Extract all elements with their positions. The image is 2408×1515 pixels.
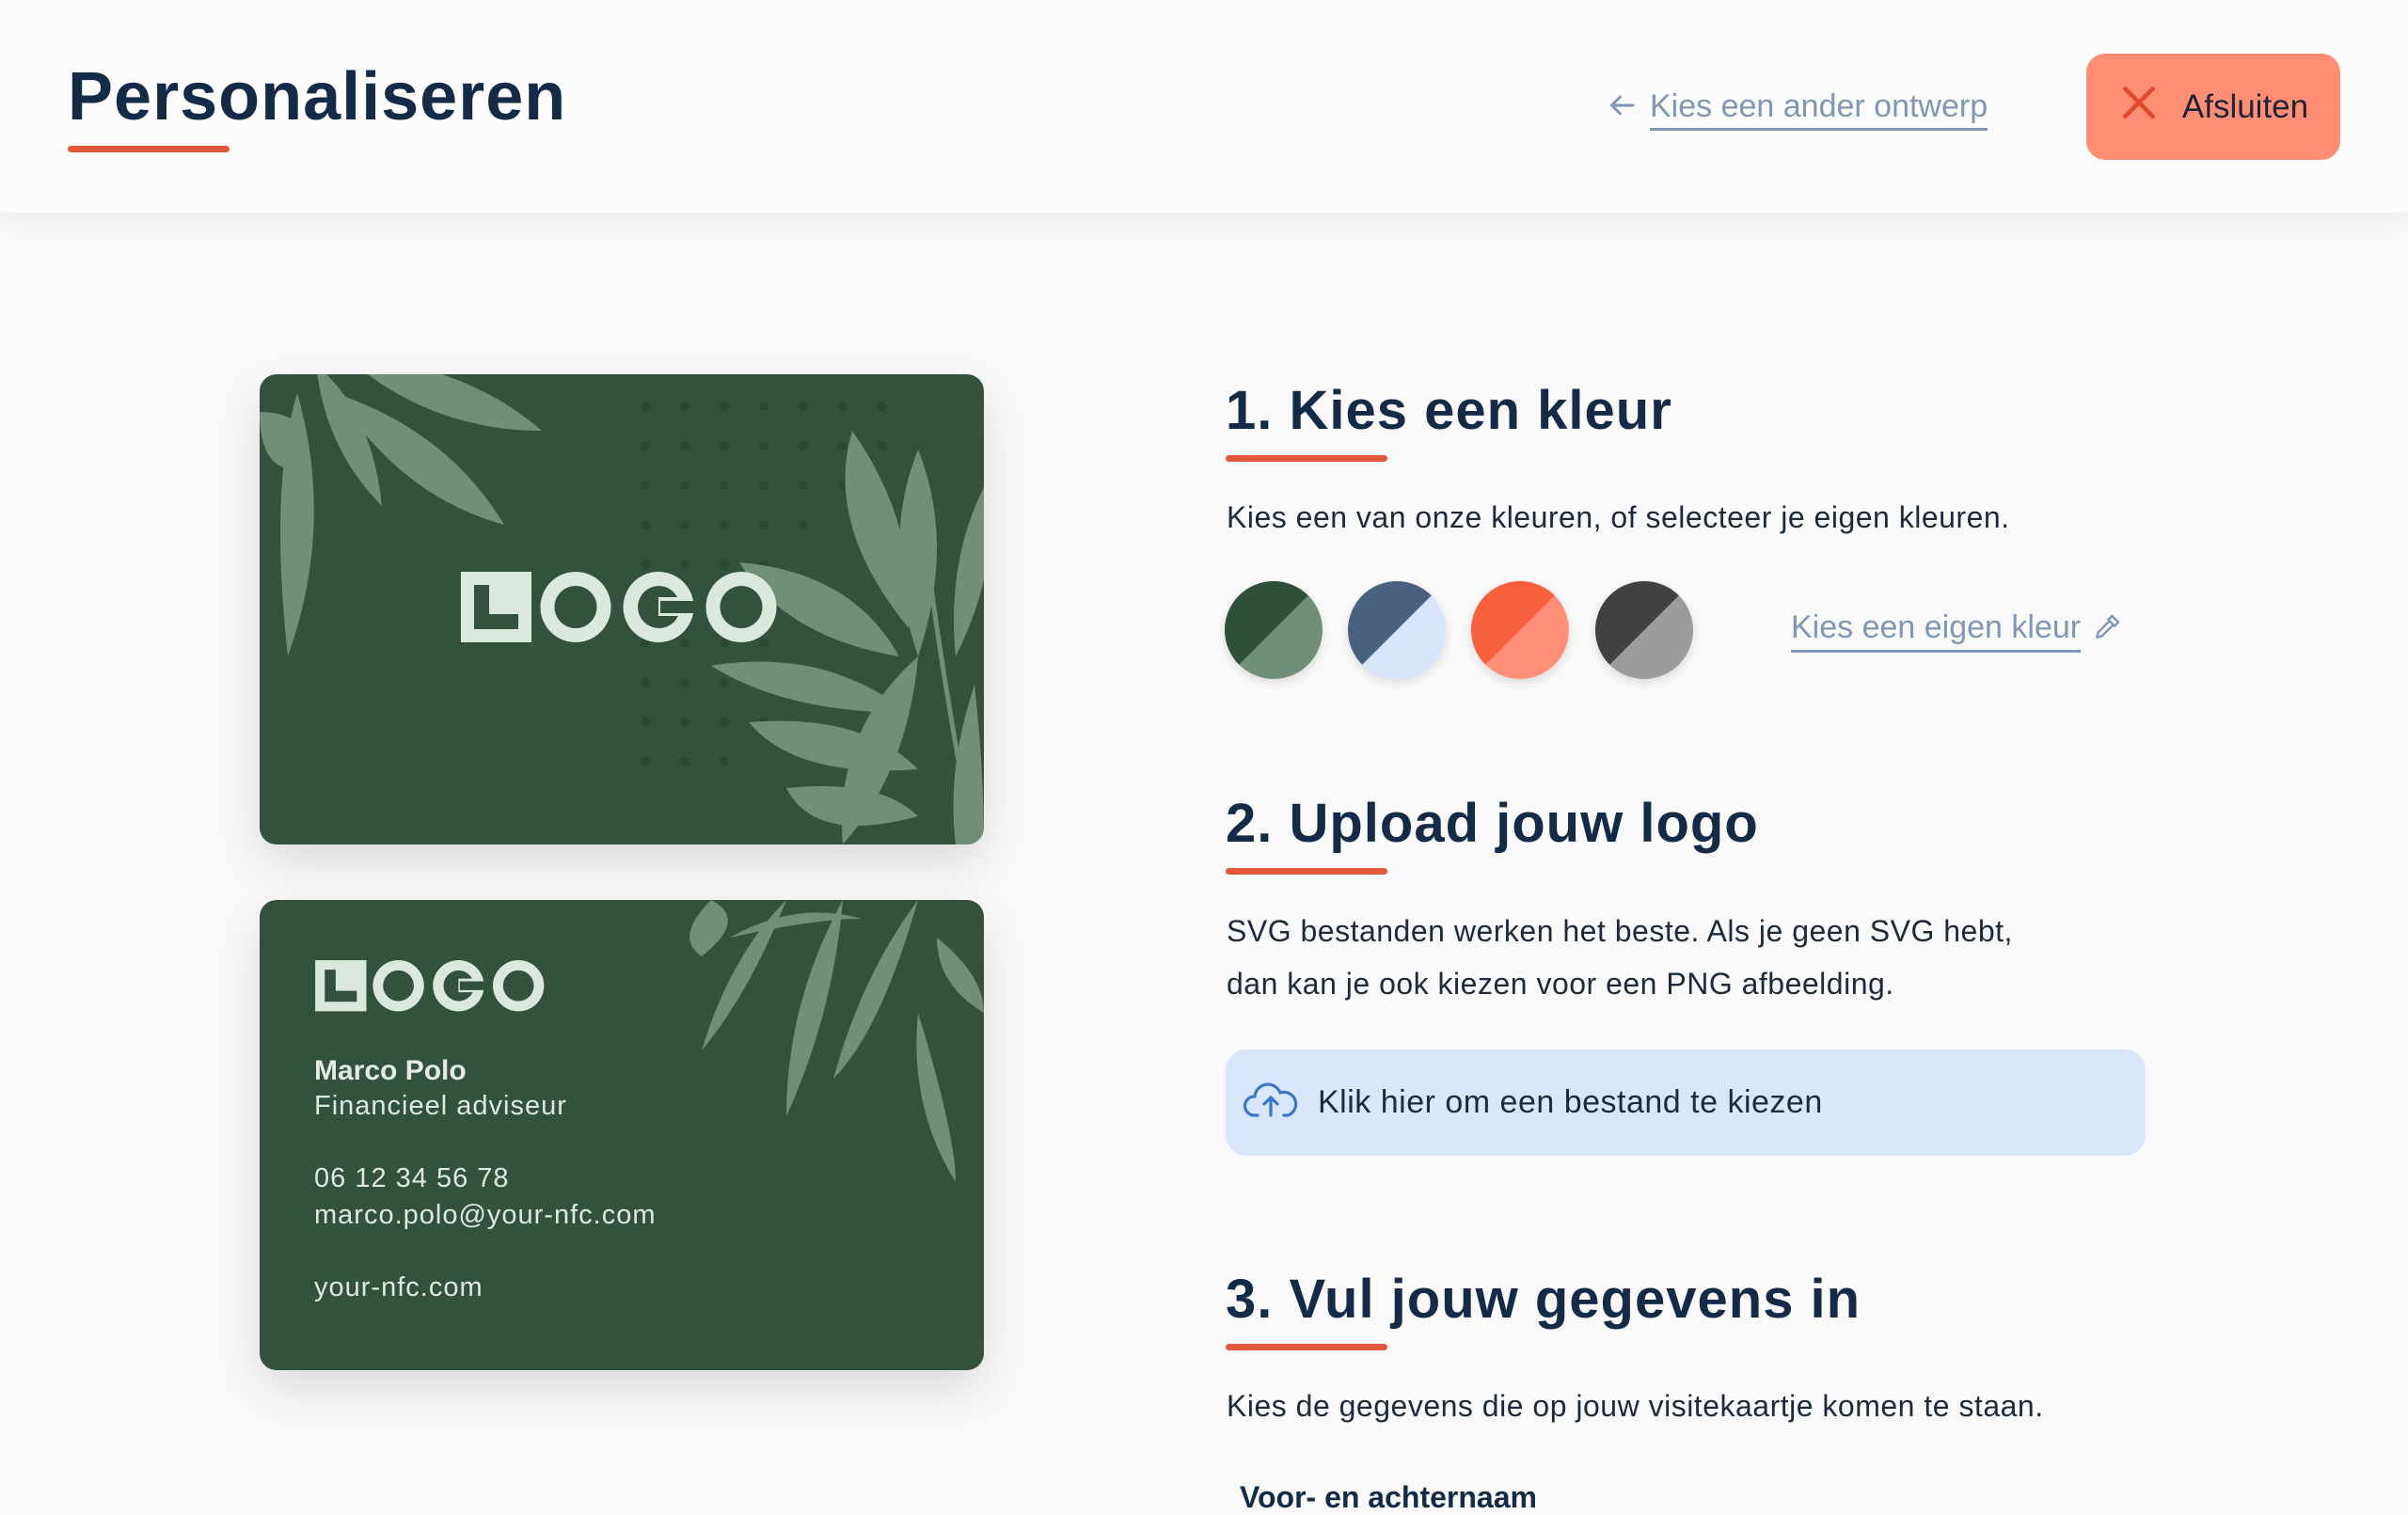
arrow-left-icon: [1605, 88, 1639, 131]
step3-underline: [1226, 1344, 1387, 1350]
card-back-preview: Marco Polo Financieel adviseur 06 12 34 …: [260, 900, 984, 1370]
swatch-orange-fill: [1471, 581, 1569, 679]
title-underline: [68, 146, 230, 152]
close-button-label: Afsluiten: [2181, 87, 2309, 125]
swatch-blue-fill: [1348, 581, 1446, 679]
card-email: marco.polo@your-nfc.com: [314, 1200, 657, 1230]
cloud-upload-icon: [1243, 1078, 1299, 1128]
header: Personaliseren Kies een ander ontwerp Af…: [0, 0, 2408, 213]
step3-title: 3. Vul jouw gegevens in: [1226, 1269, 1861, 1330]
upload-file-button[interactable]: Klik hier om een bestand te kiezen: [1226, 1049, 2146, 1156]
color-swatch-blue[interactable]: [1348, 581, 1446, 679]
step3-description: Kies de gegevens die op jouw visitekaart…: [1227, 1389, 2044, 1423]
logo-front: [461, 572, 777, 642]
choose-other-design-label: Kies een ander ontwerp: [1650, 88, 1988, 131]
step2-description-line1: SVG bestanden werken het beste. Als je g…: [1227, 914, 2013, 948]
choose-other-design-link[interactable]: Kies een ander ontwerp: [1605, 85, 1988, 134]
swatch-grey-fill: [1595, 581, 1693, 679]
step1-underline: [1226, 455, 1387, 462]
card-front-preview: [260, 374, 984, 844]
step1-description: Kies een van onze kleuren, of selecteer …: [1227, 500, 2010, 534]
swatch-green-fill: [1225, 581, 1323, 679]
full-name-field-label: Voor- en achternaam: [1240, 1480, 1537, 1514]
logo-back: [315, 960, 545, 1012]
page-title: Personaliseren: [68, 59, 567, 134]
color-swatch-orange[interactable]: [1471, 581, 1569, 679]
custom-color-link[interactable]: Kies een eigen kleur: [1791, 609, 2122, 653]
pipette-icon: [2092, 612, 2122, 651]
upload-file-label: Klik hier om een bestand te kiezen: [1318, 1084, 1823, 1120]
step2-description-line2: dan kan je ook kiezen voor een PNG afbee…: [1227, 967, 1894, 1001]
card-phone: 06 12 34 56 78: [314, 1163, 510, 1193]
card-website: your-nfc.com: [314, 1272, 483, 1302]
card-name: Marco Polo: [314, 1055, 467, 1086]
step2-title: 2. Upload jouw logo: [1226, 793, 1759, 854]
card-role: Financieel adviseur: [314, 1091, 567, 1121]
close-button[interactable]: Afsluiten: [2086, 54, 2340, 160]
step1-title: 1. Kies een kleur: [1226, 380, 1672, 441]
custom-color-label: Kies een eigen kleur: [1791, 609, 2082, 653]
step2-underline: [1226, 868, 1387, 875]
color-swatch-green[interactable]: [1225, 581, 1323, 679]
close-icon: [2118, 82, 2160, 132]
color-swatch-grey[interactable]: [1595, 581, 1693, 679]
